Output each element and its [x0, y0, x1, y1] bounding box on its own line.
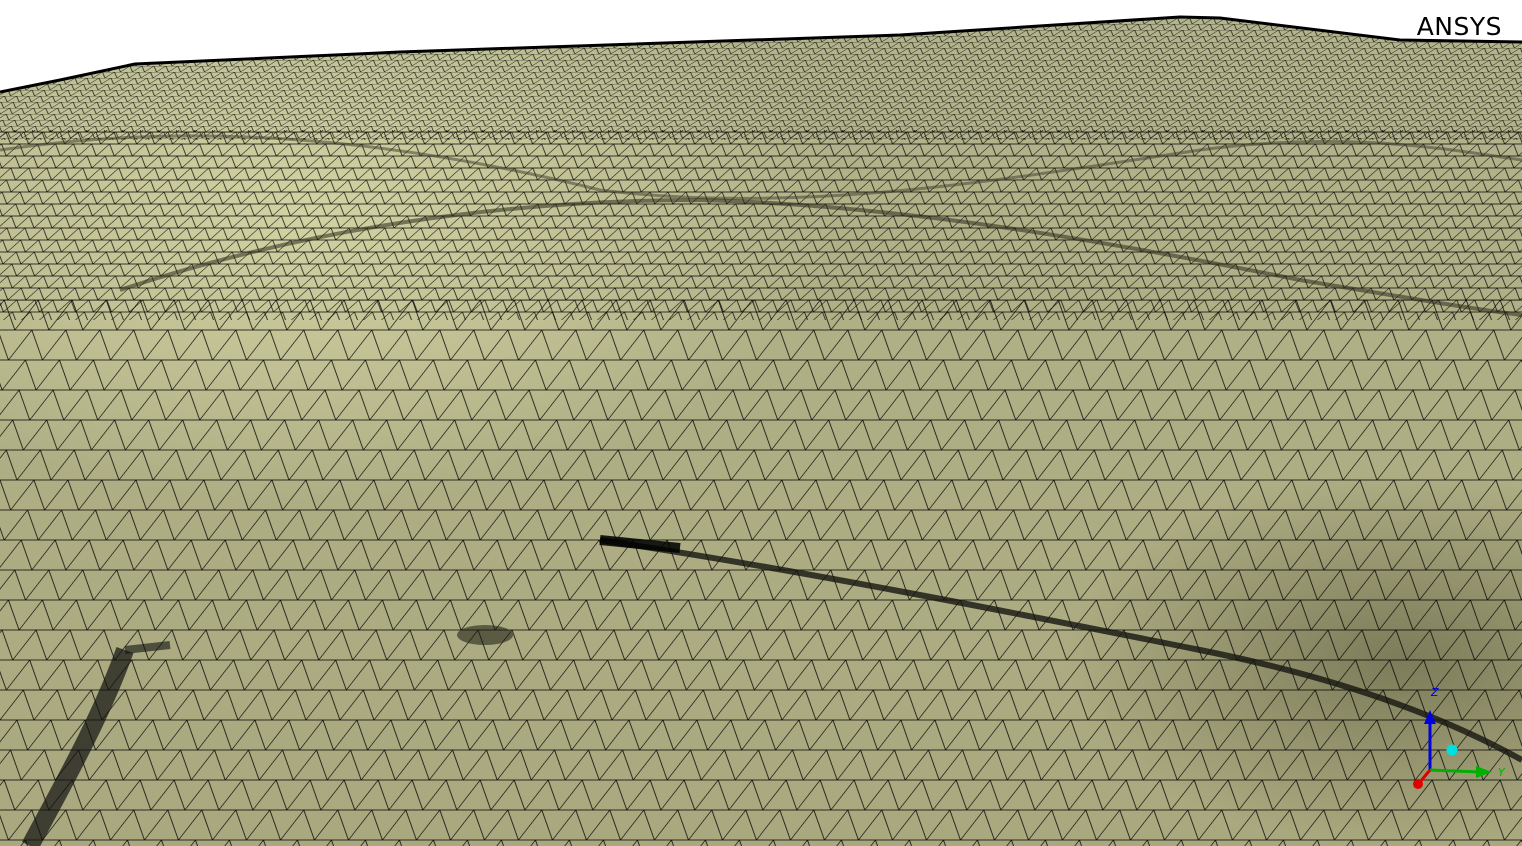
y-axis-label: Y [1498, 766, 1506, 779]
ansys-logo: ANSYS [1416, 12, 1502, 41]
surface-mesh[interactable] [0, 0, 1522, 846]
x-axis-arrow [1413, 779, 1423, 789]
y-axis-line [1429, 768, 1481, 774]
z-axis-arrow [1424, 710, 1436, 724]
y-axis-arrow [1476, 766, 1492, 778]
x-axis-line [1418, 769, 1432, 783]
terrain-surface [0, 17, 1522, 846]
coordinate-triad[interactable]: Z Y [1400, 680, 1522, 800]
isometric-view-ball[interactable] [1446, 744, 1458, 756]
graphics-viewport[interactable]: ANSYS Z Y [0, 0, 1522, 846]
z-axis-label: Z [1430, 686, 1439, 699]
